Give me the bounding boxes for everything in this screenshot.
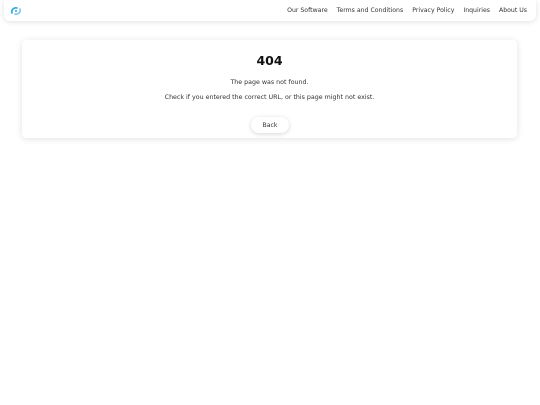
nav-links: Our Software Terms and Conditions Privac… <box>287 7 527 14</box>
error-code: 404 <box>256 53 283 68</box>
nav-our-software[interactable]: Our Software <box>287 7 328 14</box>
nav-terms-and-conditions[interactable]: Terms and Conditions <box>337 7 404 14</box>
error-card: 404 The page was not found. Check if you… <box>22 40 517 138</box>
swirl-logo-icon[interactable] <box>10 5 22 17</box>
nav-privacy-policy[interactable]: Privacy Policy <box>412 7 454 14</box>
nav-about-us[interactable]: About Us <box>499 7 527 14</box>
nav-inquiries[interactable]: Inquiries <box>463 7 490 14</box>
error-hint: Check if you entered the correct URL, or… <box>164 94 375 101</box>
top-navbar: Our Software Terms and Conditions Privac… <box>4 0 536 21</box>
back-button[interactable]: Back <box>251 117 289 133</box>
error-message: The page was not found. <box>230 79 309 86</box>
